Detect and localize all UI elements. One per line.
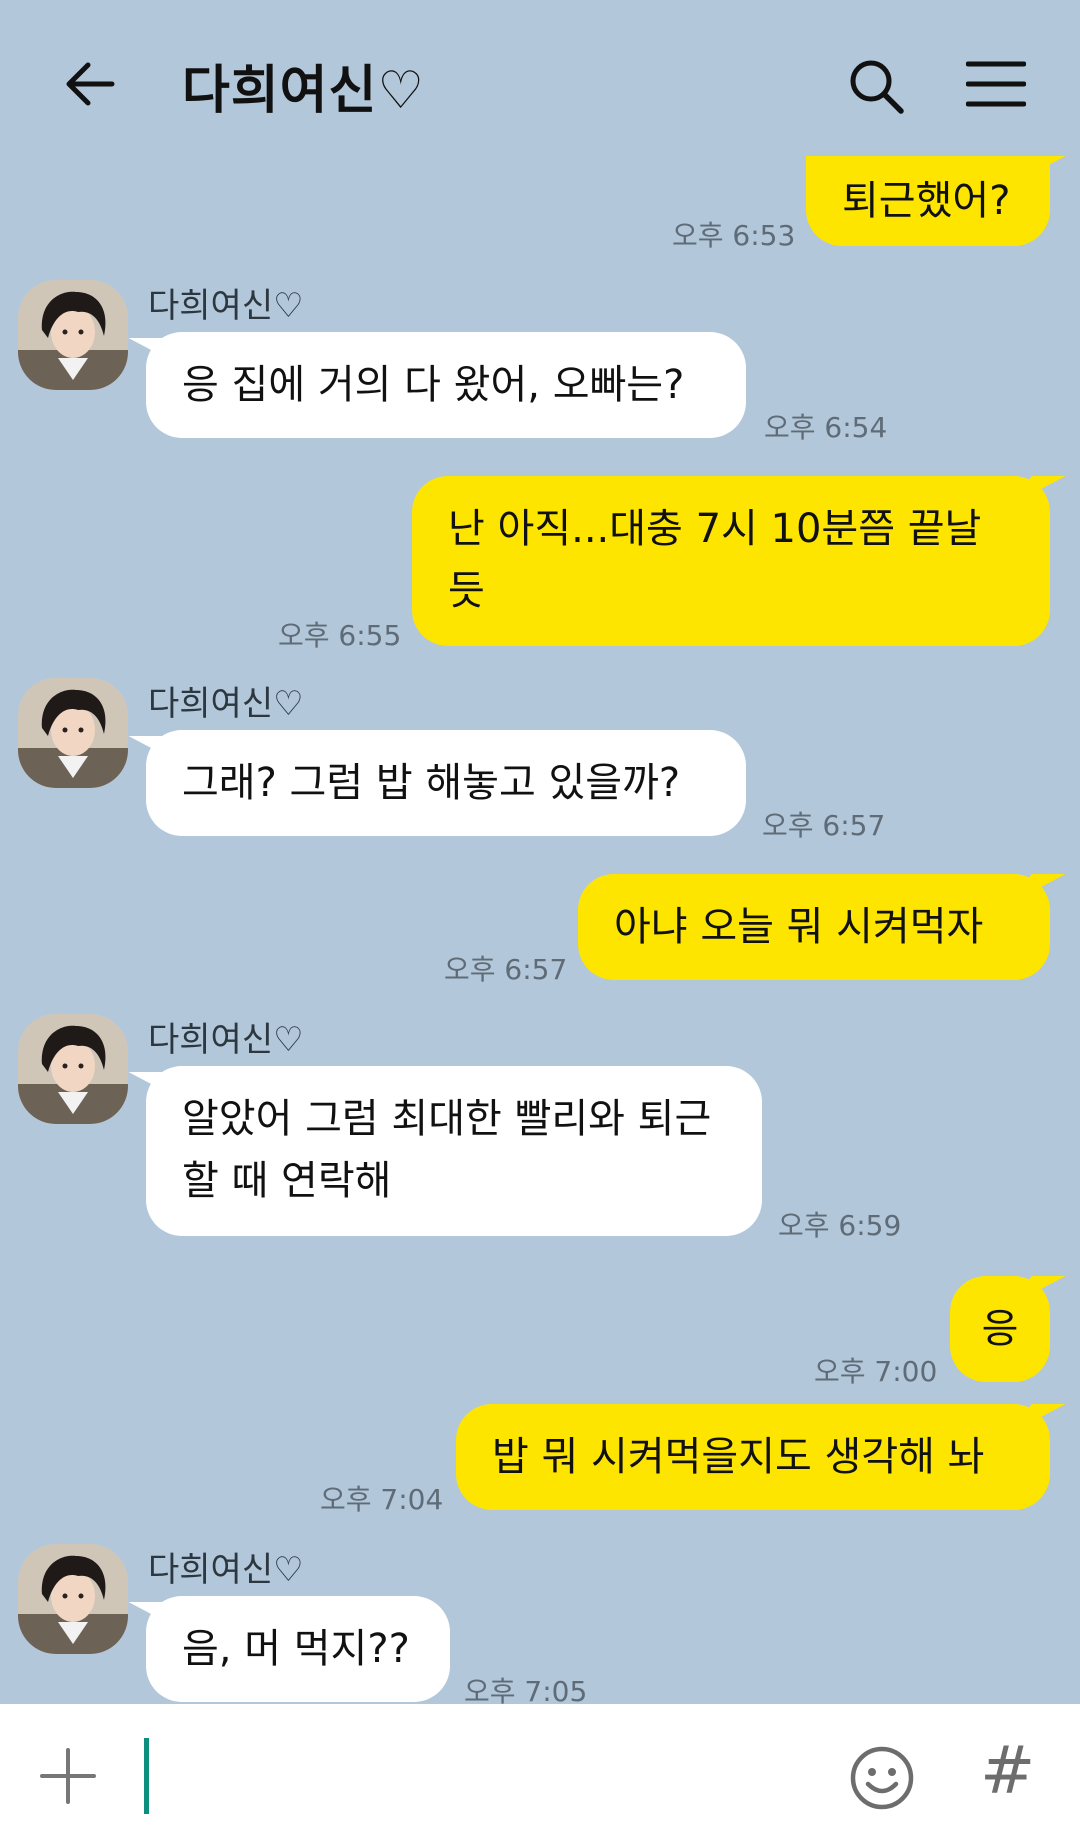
- sender-avatar[interactable]: [18, 1544, 128, 1654]
- hashtag-icon[interactable]: #: [980, 1732, 1035, 1809]
- other-message-bubble[interactable]: 응 집에 거의 다 왔어, 오빠는?: [146, 332, 746, 438]
- message-text: 아냐 오늘 뭐 시켜먹자: [614, 904, 984, 950]
- message-time: 오후 7:00: [814, 1355, 938, 1388]
- message-time: 오후 6:57: [762, 809, 886, 842]
- sender-avatar[interactable]: [18, 280, 128, 390]
- avatar-image: [18, 1544, 128, 1654]
- avatar-image: [18, 678, 128, 788]
- message-text: 알았어 그럼 최대한 빨리와 퇴근할 때 연락해: [182, 1096, 712, 1204]
- other-message-bubble[interactable]: 음, 머 먹지??: [146, 1596, 450, 1702]
- my-message-bubble[interactable]: 난 아직...대충 7시 10분쯤 끝날 듯: [412, 476, 1050, 646]
- sender-avatar[interactable]: [18, 678, 128, 788]
- message-time: 오후 7:04: [320, 1483, 444, 1516]
- message-time: 오후 6:57: [444, 953, 568, 986]
- message-text: 밥 뭐 시켜먹을지도 생각해 놔: [492, 1434, 985, 1480]
- message-text: 음, 머 먹지??: [182, 1626, 410, 1672]
- avatar-image: [18, 280, 128, 390]
- message-time: 오후 6:55: [278, 619, 402, 652]
- message-time: 오후 6:59: [778, 1209, 902, 1242]
- back-arrow-icon[interactable]: [62, 56, 118, 112]
- add-attachment-icon[interactable]: [38, 1746, 98, 1806]
- chat-title: 다희여신♡: [182, 61, 425, 121]
- my-message-bubble[interactable]: 밥 뭐 시켜먹을지도 생각해 놔: [456, 1404, 1050, 1510]
- my-message-bubble[interactable]: 퇴근했어?: [806, 156, 1050, 246]
- message-time: 오후 6:54: [764, 411, 888, 444]
- sender-name: 다희여신♡: [148, 286, 304, 326]
- message-text: 퇴근했어?: [842, 178, 1011, 224]
- message-text: 응: [981, 1306, 1019, 1352]
- my-message-bubble[interactable]: 응: [950, 1276, 1050, 1382]
- message-text: 난 아직...대충 7시 10분쯤 끝날 듯: [448, 506, 982, 614]
- menu-icon[interactable]: [966, 58, 1026, 110]
- sender-name: 다희여신♡: [148, 1550, 304, 1590]
- emoji-icon[interactable]: [848, 1744, 916, 1812]
- message-text: 응 집에 거의 다 왔어, 오빠는?: [182, 362, 685, 408]
- message-text: 그래? 그럼 밥 해놓고 있을까?: [182, 760, 681, 806]
- sender-name: 다희여신♡: [148, 684, 304, 724]
- other-message-bubble[interactable]: 그래? 그럼 밥 해놓고 있을까?: [146, 730, 746, 836]
- chat-header: 다희여신♡: [0, 0, 1080, 170]
- other-message-bubble[interactable]: 알았어 그럼 최대한 빨리와 퇴근할 때 연락해: [146, 1066, 762, 1236]
- my-message-bubble[interactable]: 아냐 오늘 뭐 시켜먹자: [578, 874, 1050, 980]
- search-icon[interactable]: [846, 56, 906, 116]
- sender-name: 다희여신♡: [148, 1020, 304, 1060]
- avatar-image: [18, 1014, 128, 1124]
- message-input-bar: #: [0, 1704, 1080, 1848]
- message-input-field[interactable]: [144, 1738, 149, 1814]
- sender-avatar[interactable]: [18, 1014, 128, 1124]
- message-time: 오후 6:53: [672, 219, 796, 252]
